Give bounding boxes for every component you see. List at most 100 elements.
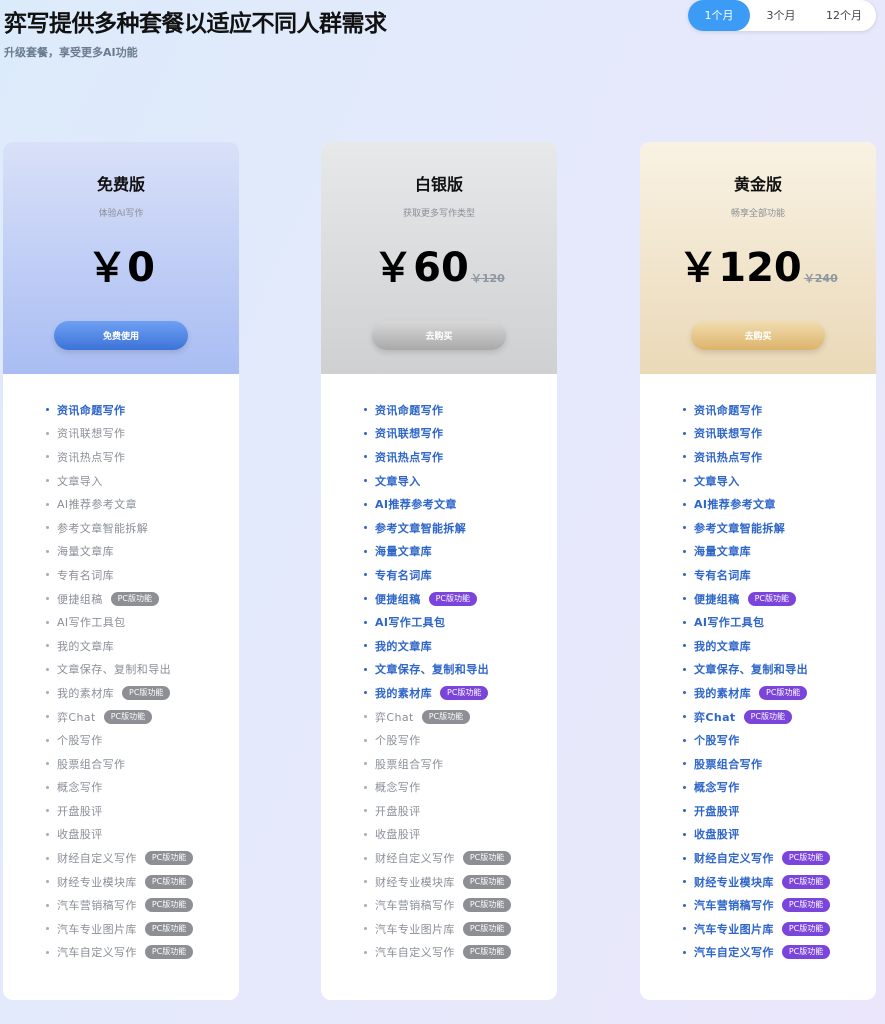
feature-label: 汽车专业图片库 [57,922,137,936]
feature-label: 专有名词库 [57,568,114,582]
plan-price: ￥60 [373,245,469,291]
feature-label: 我的素材库 [694,686,751,700]
bullet-icon [364,832,367,836]
feature-label: 收盘股评 [694,828,740,842]
feature-item: AI推荐参考文章 [364,492,557,516]
feature-item: 弈Chat PC版功能 [683,705,876,729]
feature-list: 资讯命题写作 资讯联想写作 资讯热点写作 文章导入 AI推荐参考文章 参考文章智能拆解 海量… [640,374,876,964]
bullet-icon [364,785,367,789]
feature-label: 参考文章智能拆解 [694,521,786,535]
bullet-icon [46,691,49,695]
feature-label: 资讯热点写作 [57,450,126,464]
feature-item: 财经自定义写作 PC版功能 [46,846,239,870]
pc-feature-badge: PC版功能 [428,591,478,606]
plan-card-gold: 黄金版 畅享全部功能 ￥120 ￥240 去购买 资讯命题写作 资讯联想写作 资讯热… [640,142,876,1000]
bullet-icon [364,809,367,813]
bullet-icon [46,785,49,789]
plan-description: 体验AI写作 [98,209,144,219]
feature-item: 开盘股评 [46,799,239,823]
feature-label: 财经自定义写作 [694,852,774,866]
feature-item: 收盘股评 [364,823,557,847]
pc-feature-badge: PC版功能 [144,921,194,936]
feature-item: 资讯联想写作 [46,422,239,446]
feature-label: 财经自定义写作 [375,852,455,866]
bullet-icon [46,526,49,530]
feature-item: 汽车自定义写作 PC版功能 [46,941,239,965]
feature-label: 资讯联想写作 [694,427,763,441]
feature-item: 汽车自定义写作 PC版功能 [364,941,557,965]
buy-silver-button[interactable]: 去购买 [372,321,506,350]
feature-item: 概念写作 [46,776,239,800]
bullet-icon [364,549,367,553]
bullet-icon [683,715,686,719]
feature-label: 便捷组稿 [375,592,421,606]
bullet-icon [46,667,49,671]
feature-item: 我的文章库 [683,634,876,658]
feature-item: 财经专业模块库 PC版功能 [364,870,557,894]
feature-item: AI写作工具包 [364,610,557,634]
feature-item: 海量文章库 [46,540,239,564]
feature-label: 文章导入 [694,474,740,488]
bullet-icon [683,408,686,412]
plan-original-price: ￥240 [803,272,838,285]
bullet-icon [46,479,49,483]
feature-item: 文章导入 [46,469,239,493]
feature-item: 财经自定义写作 PC版功能 [683,846,876,870]
tab-3-months[interactable]: 3个月 [750,0,812,31]
feature-item: 财经专业模块库 PC版功能 [46,870,239,894]
bullet-icon [46,927,49,931]
feature-item: 个股写作 [683,728,876,752]
feature-item: 专有名词库 [46,563,239,587]
feature-label: 专有名词库 [375,568,432,582]
feature-label: 汽车自定义写作 [694,946,774,960]
period-switch: 1个月 3个月 12个月 [688,0,876,31]
plan-card-silver: 白银版 获取更多写作类型 ￥60 ￥120 去购买 资讯命题写作 资讯联想写作 资讯… [321,142,557,1000]
bullet-icon [46,431,49,435]
feature-item: 便捷组稿 PC版功能 [364,587,557,611]
pc-feature-badge: PC版功能 [781,921,831,936]
plan-original-price: ￥120 [470,272,505,285]
feature-item: AI推荐参考文章 [683,492,876,516]
feature-label: 开盘股评 [694,804,740,818]
price-row: ￥0 [3,242,239,294]
feature-item: 个股写作 [46,728,239,752]
feature-label: 专有名词库 [694,568,751,582]
feature-label: AI写作工具包 [694,616,765,630]
bullet-icon [364,644,367,648]
price-row: ￥60 ￥120 [321,242,557,294]
bullet-icon [46,455,49,459]
feature-label: 汽车专业图片库 [375,922,455,936]
bullet-icon [683,927,686,931]
feature-item: 资讯命题写作 [46,398,239,422]
tab-1-month[interactable]: 1个月 [688,0,750,31]
feature-item: 弈Chat PC版功能 [364,705,557,729]
feature-item: 参考文章智能拆解 [364,516,557,540]
feature-item: 概念写作 [683,776,876,800]
bullet-icon [683,620,686,624]
feature-label: 资讯命题写作 [694,403,763,417]
tab-12-months[interactable]: 12个月 [812,0,876,31]
feature-item: 股票组合写作 [364,752,557,776]
feature-label: 汽车营销稿写作 [694,899,774,913]
feature-item: 汽车专业图片库 PC版功能 [683,917,876,941]
bullet-icon [46,832,49,836]
bullet-icon [46,880,49,884]
bullet-icon [46,856,49,860]
feature-label: 资讯命题写作 [375,403,444,417]
pc-feature-badge: PC版功能 [440,685,489,700]
feature-label: 股票组合写作 [57,757,126,771]
bullet-icon [683,573,686,577]
bullet-icon [364,927,367,931]
buy-gold-button[interactable]: 去购买 [691,321,825,350]
bullet-icon [46,715,49,719]
pc-feature-badge: PC版功能 [747,591,797,606]
page-title: 弈写提供多种套餐以适应不同人群需求 [4,11,387,37]
feature-label: 收盘股评 [375,828,421,842]
feature-label: 参考文章智能拆解 [57,521,149,535]
free-use-button[interactable]: 免费使用 [54,321,188,350]
plan-name: 黄金版 [733,175,782,194]
feature-label: 财经专业模块库 [694,875,774,889]
pc-feature-badge: PC版功能 [462,898,512,913]
feature-item: 我的文章库 [364,634,557,658]
pc-feature-badge: PC版功能 [462,921,512,936]
